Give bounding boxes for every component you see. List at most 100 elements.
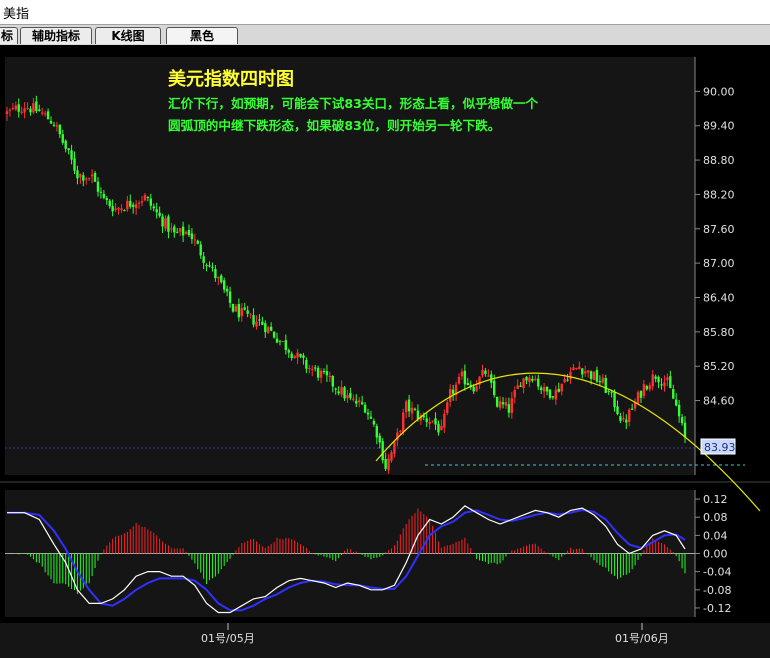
last-price-label: 83.93	[704, 441, 736, 454]
candle-body	[272, 331, 276, 338]
candle-body	[645, 385, 649, 390]
candle-body	[93, 172, 97, 182]
candle-body	[566, 379, 569, 381]
price-tick-label: 90.00	[703, 85, 735, 98]
candle-body	[519, 385, 522, 387]
candle-body	[120, 208, 123, 211]
candle-body	[264, 323, 267, 333]
candle-body	[443, 413, 446, 428]
candle-body	[402, 412, 405, 433]
candle-body	[58, 124, 62, 135]
candle-body	[384, 458, 387, 469]
candle-body	[26, 107, 29, 109]
candle-body	[654, 376, 657, 379]
price-tick-label: 88.80	[703, 154, 735, 167]
candle-body	[343, 387, 346, 399]
candle-body	[14, 105, 18, 110]
candle-body	[17, 104, 20, 112]
candle-body	[20, 111, 23, 113]
candle-body	[64, 140, 67, 149]
candle-body	[11, 108, 15, 110]
candle-body	[630, 408, 634, 410]
candle-body	[434, 418, 437, 425]
candle-body	[220, 275, 223, 283]
candle-body	[225, 288, 229, 292]
window-title: 美指	[3, 7, 30, 22]
candle-body	[598, 381, 602, 383]
candle-body	[181, 226, 185, 236]
candle-body	[311, 369, 314, 371]
candle-body	[528, 377, 531, 383]
candle-body	[366, 412, 370, 415]
candle-body	[87, 177, 91, 179]
candle-body	[448, 388, 452, 402]
candle-body	[43, 113, 47, 115]
candle-body	[284, 340, 288, 350]
candle-body	[237, 304, 241, 318]
candle-body	[525, 376, 528, 381]
candle-body	[498, 401, 502, 408]
candle-body	[534, 379, 537, 381]
candle-body	[161, 216, 164, 227]
candle-body	[622, 417, 625, 420]
candle-body	[639, 391, 643, 398]
candle-body	[214, 269, 217, 279]
window-title-bar: 美指	[0, 0, 770, 24]
candle-body	[275, 338, 279, 343]
candle-body	[184, 231, 188, 234]
candle-body	[79, 174, 82, 178]
candle-body	[595, 369, 599, 382]
candle-body	[46, 111, 50, 120]
candle-body	[507, 404, 511, 413]
candle-body	[440, 425, 443, 431]
candle-body	[575, 367, 578, 370]
candle-body	[466, 383, 470, 386]
price-tick-label: 87.00	[703, 257, 735, 270]
price-tick-label: 84.60	[703, 395, 735, 408]
candle-body	[616, 406, 619, 414]
candle-body	[410, 407, 414, 414]
candle-body	[581, 368, 584, 375]
candle-body	[399, 430, 402, 432]
candle-body	[187, 230, 191, 236]
candle-body	[328, 375, 332, 378]
candle-body	[446, 402, 449, 414]
candle-body	[61, 134, 64, 143]
candle-body	[308, 368, 311, 370]
macd-tick-label: 0.04	[703, 529, 728, 542]
candle-body	[584, 371, 587, 374]
candle-body	[293, 355, 296, 359]
candle-body	[322, 371, 326, 373]
candle-body	[369, 416, 373, 419]
candle-body	[674, 399, 678, 406]
candle-body	[134, 204, 138, 209]
tab-black-theme[interactable]: 黑色	[166, 27, 238, 44]
candle-body	[522, 378, 525, 389]
candle-body	[281, 341, 285, 343]
candle-body	[313, 367, 317, 369]
candle-body	[557, 388, 560, 392]
candle-body	[554, 389, 558, 400]
tab-kline[interactable]: K线图	[95, 27, 161, 44]
candle-body	[243, 307, 246, 310]
candle-body	[155, 209, 158, 213]
candle-body	[683, 422, 687, 438]
candle-body	[589, 371, 593, 379]
candle-body	[117, 207, 120, 209]
price-tick-group: 90.00 89.40 88.80 88.20 87.60 87.00 86.40 85.80…	[695, 85, 735, 408]
candle-body	[173, 226, 176, 233]
candle-body	[349, 392, 352, 399]
candle-body	[390, 452, 393, 461]
candle-body	[648, 385, 651, 390]
candle-body	[269, 326, 273, 331]
candle-body	[501, 402, 505, 405]
candle-body	[463, 370, 467, 385]
candle-body	[651, 374, 654, 387]
candle-body	[296, 352, 299, 358]
candle-body	[607, 391, 610, 393]
candle-body	[199, 244, 202, 256]
candle-body	[252, 315, 255, 325]
date-tick-label-2: 01号/06月	[615, 632, 669, 645]
tab-auxiliary-indicator[interactable]: 辅助指标	[20, 27, 92, 44]
tab-indicator[interactable]: 标	[0, 27, 18, 44]
